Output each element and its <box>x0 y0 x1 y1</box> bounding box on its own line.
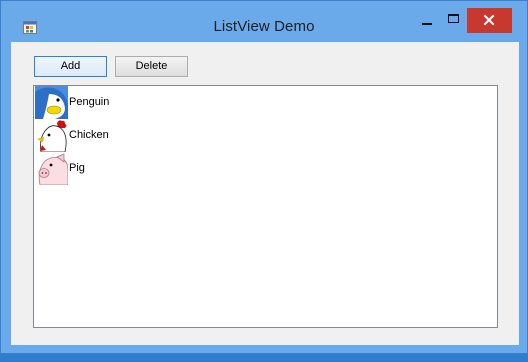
list-item-pig[interactable]: Pig <box>34 152 234 185</box>
chicken-icon <box>35 119 68 152</box>
maximize-icon <box>448 14 459 23</box>
minimize-icon <box>422 23 432 25</box>
list-item-chicken[interactable]: Chicken <box>34 119 234 152</box>
list-item-label: Chicken <box>69 129 109 141</box>
delete-button[interactable]: Delete <box>115 56 188 77</box>
app-window: ListView Demo Add Delete Penguin Chicken… <box>0 0 528 354</box>
maximize-button[interactable] <box>441 8 467 33</box>
close-button[interactable] <box>467 8 512 33</box>
list-item-penguin[interactable]: Penguin <box>34 86 234 119</box>
penguin-icon <box>35 86 68 119</box>
list-item-label: Pig <box>69 162 85 174</box>
add-button[interactable]: Add <box>34 56 107 77</box>
list-view[interactable]: Penguin Chicken Pig <box>33 85 498 328</box>
list-item-label: Penguin <box>69 96 110 108</box>
client-area: Add Delete Penguin Chicken Pig <box>11 42 519 345</box>
close-icon <box>483 14 495 26</box>
title-bar[interactable]: ListView Demo <box>1 1 527 41</box>
pig-icon <box>35 152 68 185</box>
minimize-button[interactable] <box>413 8 441 33</box>
